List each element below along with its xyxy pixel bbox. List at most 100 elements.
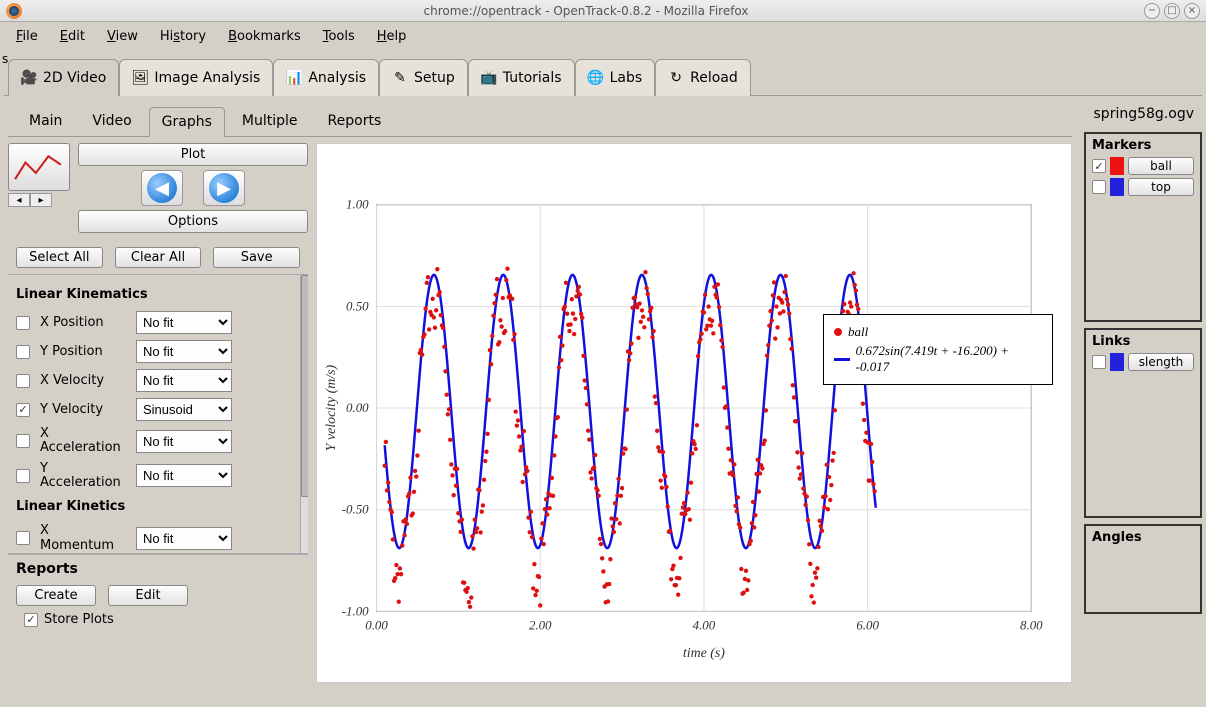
checkbox[interactable] [16, 434, 30, 448]
filename-label: spring58g.ogv [1084, 102, 1202, 126]
prev-button[interactable]: ◀ [141, 170, 183, 206]
checkbox[interactable] [16, 469, 30, 483]
plot-button[interactable]: Plot [78, 143, 308, 166]
group-heading: Linear Kinetics [8, 493, 308, 520]
menubar: File Edit View History Bookmarks Tools H… [0, 22, 1206, 50]
thumb-scroll-right[interactable]: ▸ [30, 193, 52, 207]
main-tab-2d-video[interactable]: 🎥2D Video [8, 59, 119, 96]
chart-legend: ball0.672sin(7.419t + -16.200) + -0.017 [823, 314, 1053, 385]
fit-select[interactable]: No fit [136, 430, 232, 453]
svg-text:-0.50: -0.50 [342, 503, 369, 517]
main-tab-analysis[interactable]: 📊Analysis [273, 59, 379, 96]
2d-video-icon: 🎥 [21, 70, 37, 86]
main-tab-labs[interactable]: 🌐Labs [575, 59, 656, 96]
thumb-scroll-left[interactable]: ◂ [8, 193, 30, 207]
checkbox[interactable] [1092, 355, 1106, 369]
svg-text:8.00: 8.00 [1020, 618, 1043, 632]
store-plots-checkbox[interactable] [24, 613, 38, 627]
sub-tab-main[interactable]: Main [16, 106, 75, 136]
group-heading: Linear Kinematics [8, 281, 308, 308]
menu-view[interactable]: View [99, 25, 146, 48]
main-tab-reload[interactable]: ↻Reload [655, 59, 751, 96]
kin-row-y-velocity: Y Velocity Sinusoid [8, 395, 308, 424]
sub-tabs: MainVideoGraphsMultipleReports [16, 106, 1072, 136]
main-tab-image-analysis[interactable]: 🖼Image Analysis [119, 59, 273, 96]
menu-file[interactable]: File [8, 25, 46, 48]
main-tab-setup[interactable]: ✎Setup [379, 59, 468, 96]
checkbox[interactable] [1092, 180, 1106, 194]
save-button[interactable]: Save [213, 247, 300, 268]
checkbox[interactable] [16, 531, 30, 545]
main-tab-tutorials[interactable]: 📺Tutorials [468, 59, 575, 96]
checkbox[interactable] [1092, 159, 1106, 173]
color-swatch [1110, 157, 1124, 175]
fit-select[interactable]: No fit [136, 527, 232, 550]
minimize-button[interactable]: − [1144, 3, 1160, 19]
options-button[interactable]: Options [78, 210, 308, 233]
kin-row-x-position: X Position No fit [8, 308, 308, 337]
next-button[interactable]: ▶ [203, 170, 245, 206]
menu-tools[interactable]: Tools [315, 25, 363, 48]
marker-button[interactable]: ball [1128, 157, 1194, 175]
kin-row-y-acceleration: YAcceleration No fit [8, 459, 308, 494]
checkbox[interactable] [16, 345, 30, 359]
sub-tab-multiple[interactable]: Multiple [229, 106, 311, 136]
kin-label: Y Velocity [40, 402, 126, 417]
image-analysis-icon: 🖼 [132, 70, 148, 86]
fit-select[interactable]: No fit [136, 369, 232, 392]
menu-bookmarks[interactable]: Bookmarks [220, 25, 309, 48]
kin-label: YAcceleration [40, 462, 126, 491]
svg-text:2.00: 2.00 [529, 618, 552, 632]
checkbox[interactable] [16, 316, 30, 330]
sub-tab-reports[interactable]: Reports [315, 106, 395, 136]
sub-tab-video[interactable]: Video [79, 106, 144, 136]
clear-all-button[interactable]: Clear All [115, 247, 202, 268]
svg-text:-1.00: -1.00 [342, 604, 369, 618]
checkbox[interactable] [16, 374, 30, 388]
menu-edit[interactable]: Edit [52, 25, 93, 48]
firefox-icon [6, 3, 22, 19]
edit-button[interactable]: Edit [108, 585, 188, 606]
links-panel: Links slength [1084, 328, 1202, 518]
svg-text:time (s): time (s) [683, 646, 725, 661]
kin-row-x-acceleration: XAcceleration No fit [8, 424, 308, 459]
marker-button[interactable]: top [1128, 178, 1194, 196]
link-button[interactable]: slength [1128, 353, 1194, 371]
angles-heading: Angles [1092, 530, 1194, 545]
kin-row-x-momentum: X MomentumNo fit [8, 520, 308, 554]
svg-text:4.00: 4.00 [693, 618, 716, 632]
checkbox[interactable] [16, 403, 30, 417]
scrollbar[interactable] [300, 275, 308, 553]
tutorials-icon: 📺 [481, 70, 497, 86]
svg-text:6.00: 6.00 [856, 618, 879, 632]
kin-row-x-velocity: X VelocityNo fit [8, 366, 308, 395]
markers-panel: Markers balltop [1084, 132, 1202, 322]
fit-select[interactable]: No fit [136, 464, 232, 487]
kin-label: X Position [40, 315, 126, 330]
close-button[interactable]: × [1184, 3, 1200, 19]
kinematics-list: Linear KinematicsX PositionNo fitY Posit… [8, 274, 308, 554]
fit-select[interactable]: Sinusoid [136, 398, 232, 421]
svg-text:Y velocity (m/s): Y velocity (m/s) [324, 365, 339, 452]
select-all-button[interactable]: Select All [16, 247, 103, 268]
sub-tab-graphs[interactable]: Graphs [149, 107, 225, 137]
color-swatch [1110, 353, 1124, 371]
fit-select[interactable]: No fit [136, 311, 232, 334]
fit-select[interactable]: No fit [136, 340, 232, 363]
main-tabs: 🎥2D Video🖼Image Analysis📊Analysis✎Setup📺… [0, 50, 1206, 95]
maximize-button[interactable]: □ [1164, 3, 1180, 19]
kin-label: Y Position [40, 344, 126, 359]
svg-text:1.00: 1.00 [346, 198, 369, 212]
kin-label: XAcceleration [40, 427, 126, 456]
kin-row-y-position: Y Position No fit [8, 337, 308, 366]
reload-icon: ↻ [668, 70, 684, 86]
link-row: slength [1092, 353, 1194, 371]
plot-thumbnail[interactable] [8, 143, 70, 191]
svg-text:0.00: 0.00 [365, 618, 388, 632]
links-heading: Links [1092, 334, 1194, 349]
svg-text:0.00: 0.00 [346, 401, 369, 415]
menu-help[interactable]: Help [369, 25, 415, 48]
window-title: chrome://opentrack - OpenTrack-0.8.2 - M… [28, 4, 1144, 18]
menu-history[interactable]: History [152, 25, 214, 48]
create-button[interactable]: Create [16, 585, 96, 606]
